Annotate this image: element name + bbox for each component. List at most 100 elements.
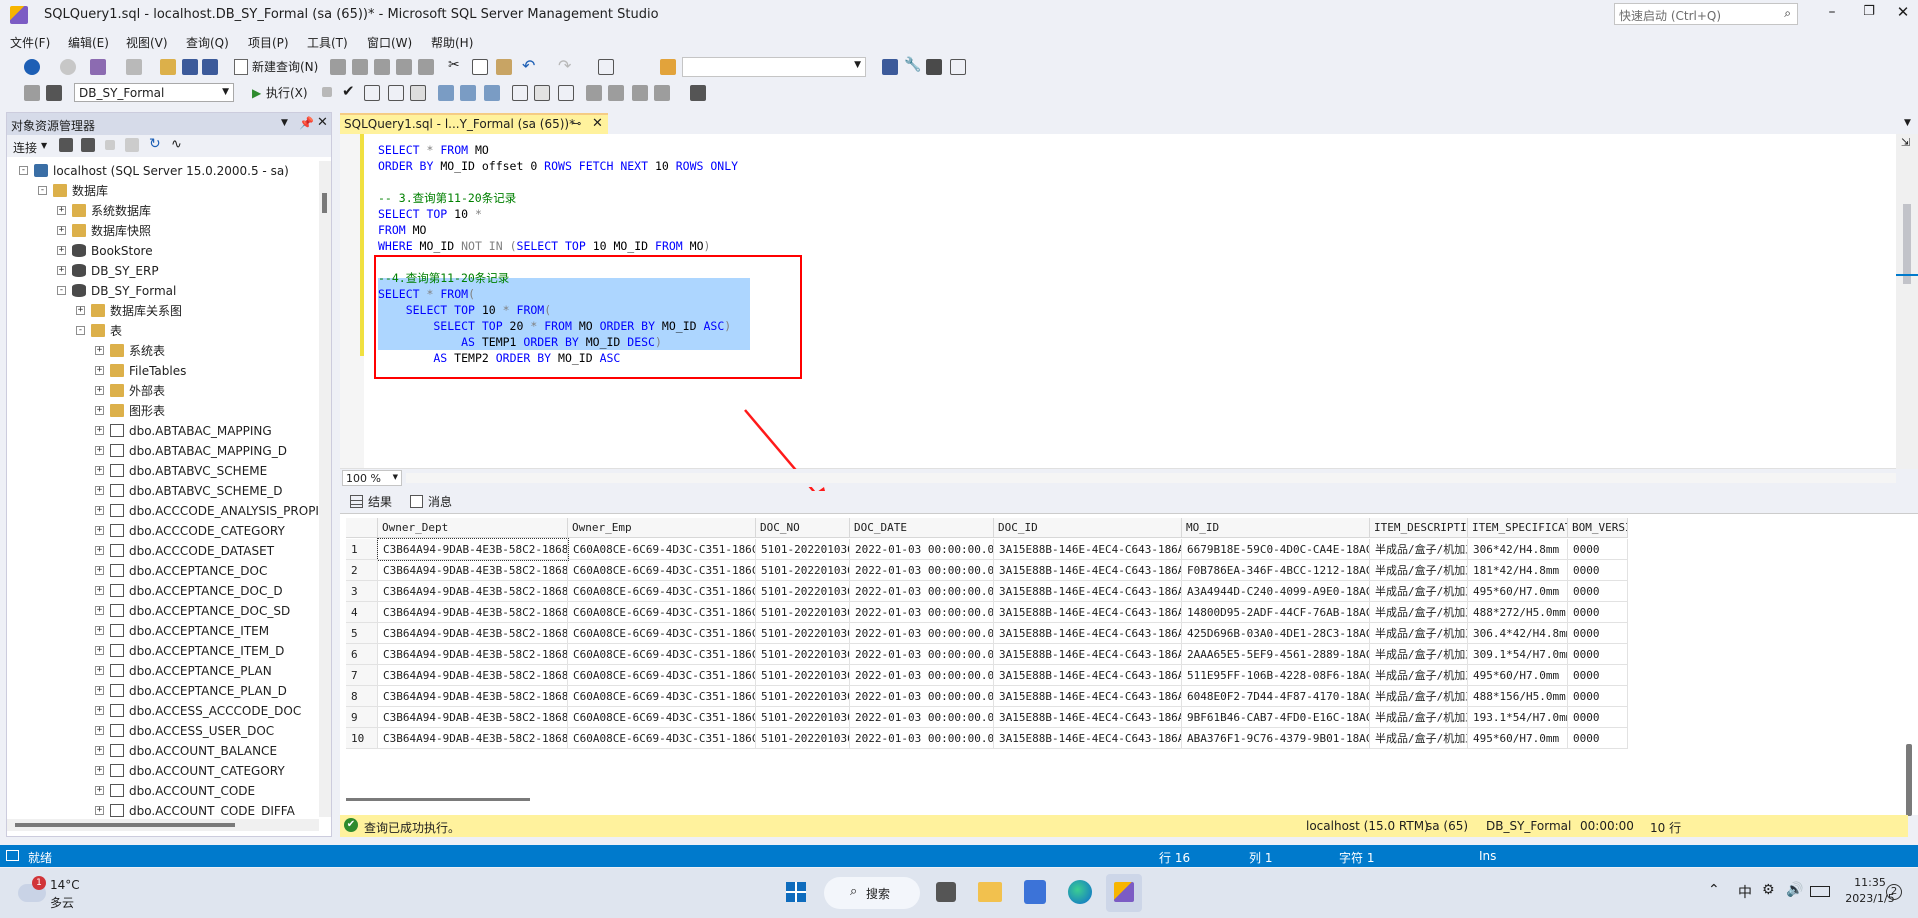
table-cell[interactable]: 9BF61B46-CAB7-4FD0-E16C-18ACD92EFEBF	[1182, 707, 1370, 728]
menu-file[interactable]: 文件(F)	[10, 34, 50, 51]
tree-node[interactable]: + dbo.ABTABAC_MAPPING	[7, 421, 319, 441]
tree-node[interactable]: + dbo.ACCEPTANCE_DOC	[7, 561, 319, 581]
parse-icon[interactable]: ✔	[342, 82, 355, 100]
tree-node[interactable]: + dbo.ACCCODE_ANALYSIS_PROPI	[7, 501, 319, 521]
expand-icon[interactable]: +	[57, 206, 66, 215]
layout-icon[interactable]	[950, 59, 966, 75]
edge-icon[interactable]	[1068, 880, 1092, 904]
table-cell[interactable]: 0000	[1568, 560, 1628, 581]
expand-icon[interactable]: +	[95, 366, 104, 375]
expand-icon[interactable]: +	[95, 546, 104, 555]
query-mdx-icon[interactable]	[330, 59, 346, 75]
tree-node[interactable]: - 数据库	[7, 181, 319, 201]
menu-edit[interactable]: 编辑(E)	[68, 34, 109, 51]
zoom-select[interactable]: 100 % ▼	[342, 470, 402, 486]
split-icon[interactable]: ⇲	[1901, 136, 1910, 149]
tree-node[interactable]: + dbo.ACCEPTANCE_PLAN	[7, 661, 319, 681]
column-header[interactable]: ITEM_DESCRIPTION	[1370, 518, 1468, 538]
editor-vscroll-thumb[interactable]	[1903, 204, 1911, 284]
expand-icon[interactable]: +	[95, 566, 104, 575]
table-cell[interactable]: 0000	[1568, 707, 1628, 728]
table-cell[interactable]: C3B64A94-9DAB-4E3B-58C2-186865623490	[378, 665, 568, 686]
table-cell[interactable]: 0000	[1568, 644, 1628, 665]
activity-monitor-icon[interactable]: ∿	[171, 137, 182, 152]
table-row[interactable]: 1C3B64A94-9DAB-4E3B-58C2-186865623490C60…	[346, 538, 1628, 561]
chevron-down-icon[interactable]: ▼	[281, 118, 288, 128]
tree-node[interactable]: + dbo.ACCCODE_DATASET	[7, 541, 319, 561]
collapse-icon[interactable]: -	[38, 186, 47, 195]
find-combobox[interactable]: ▼	[682, 57, 866, 77]
task-view-icon[interactable]	[936, 882, 956, 902]
add-item-icon[interactable]	[126, 59, 142, 75]
table-row[interactable]: 3C3B64A94-9DAB-4E3B-58C2-186865623490C60…	[346, 581, 1628, 602]
table-cell[interactable]: 2022-01-03 00:00:00.0000000	[850, 644, 994, 665]
expand-icon[interactable]: +	[95, 626, 104, 635]
table-row[interactable]: 4C3B64A94-9DAB-4E3B-58C2-186865623490C60…	[346, 602, 1628, 623]
explorer-vscroll-thumb[interactable]	[322, 193, 327, 213]
editor-hscrollbar[interactable]	[406, 473, 1896, 483]
specify-values-icon[interactable]	[690, 85, 706, 101]
tree-node[interactable]: + FileTables	[7, 361, 319, 381]
paste-icon[interactable]	[496, 59, 512, 75]
intellisense-icon[interactable]	[438, 85, 454, 101]
tree-node[interactable]: + BookStore	[7, 241, 319, 261]
row-number[interactable]: 2	[346, 560, 378, 581]
back-icon[interactable]	[24, 59, 40, 75]
stop-icon[interactable]	[322, 87, 332, 97]
tree-node[interactable]: + dbo.ACCEPTANCE_PLAN_D	[7, 681, 319, 701]
table-cell[interactable]: C3B64A94-9DAB-4E3B-58C2-186865623490	[378, 560, 568, 581]
column-header[interactable]: ITEM_SPECIFICATION	[1468, 518, 1568, 538]
weather-widget[interactable]: 1 14°C 多云	[18, 876, 118, 912]
menu-tools[interactable]: 工具(T)	[307, 34, 348, 51]
connect-dropdown[interactable]: 连接	[13, 139, 37, 156]
notification-badge[interactable]: 2	[1886, 884, 1902, 900]
change-connection-icon[interactable]	[46, 85, 62, 101]
table-cell[interactable]: 5101-202201030014	[756, 602, 850, 623]
results-hscroll-thumb[interactable]	[346, 798, 530, 801]
tab-messages[interactable]: 消息	[408, 493, 452, 511]
tree-node[interactable]: + dbo.ACCESS_ACCCODE_DOC	[7, 701, 319, 721]
table-cell[interactable]: 488*156/H5.0mm	[1468, 686, 1568, 707]
table-cell[interactable]: 半成品/盒子/机加工	[1370, 623, 1468, 644]
table-cell[interactable]: C60A08CE-6C69-4D3C-C351-186CECABAF5C	[568, 581, 756, 602]
column-header[interactable]: Owner_Emp	[568, 518, 756, 538]
tree-node[interactable]: - localhost (SQL Server 15.0.2000.5 - sa)	[7, 161, 319, 181]
table-row[interactable]: 5C3B64A94-9DAB-4E3B-58C2-186865623490C60…	[346, 623, 1628, 644]
expand-icon[interactable]: +	[95, 646, 104, 655]
windows-start-icon[interactable]	[786, 882, 806, 902]
filter-icon[interactable]	[125, 138, 139, 152]
menu-view[interactable]: 视图(V)	[126, 34, 168, 51]
table-cell[interactable]: 2022-01-03 00:00:00.0000000	[850, 707, 994, 728]
table-cell[interactable]: C60A08CE-6C69-4D3C-C351-186CECABAF5C	[568, 665, 756, 686]
table-cell[interactable]: 0000	[1568, 539, 1628, 560]
stop-icon[interactable]	[105, 140, 115, 150]
menu-window[interactable]: 窗口(W)	[367, 34, 412, 51]
menu-project[interactable]: 项目(P)	[248, 34, 289, 51]
refresh-icon[interactable]: ↻	[149, 136, 161, 152]
quick-launch-input[interactable]: 快速启动 (Ctrl+Q) ⌕	[1614, 3, 1798, 25]
table-row[interactable]: 2C3B64A94-9DAB-4E3B-58C2-186865623490C60…	[346, 560, 1628, 581]
undo-icon[interactable]: ↶	[522, 56, 535, 75]
table-cell[interactable]: 0000	[1568, 728, 1628, 749]
collapse-icon[interactable]: -	[19, 166, 28, 175]
query-xmla-icon[interactable]	[374, 59, 390, 75]
expand-icon[interactable]: +	[95, 506, 104, 515]
tab-sqlquery1[interactable]: SQLQuery1.sql - l...Y_Formal (sa (65))* …	[340, 113, 608, 134]
table-cell[interactable]: 6679B18E-59C0-4D0C-CA4E-18ACD7A4768D	[1182, 539, 1370, 560]
grid-corner[interactable]	[346, 518, 378, 538]
query-analysis-icon[interactable]	[418, 59, 434, 75]
table-row[interactable]: 6C3B64A94-9DAB-4E3B-58C2-186865623490C60…	[346, 644, 1628, 665]
table-cell[interactable]: 3A15E88B-146E-4EC4-C643-186ACDF1BC34	[994, 560, 1182, 581]
expand-icon[interactable]: +	[57, 266, 66, 275]
table-cell[interactable]: 0000	[1568, 602, 1628, 623]
ime-settings-icon[interactable]: ⚙	[1762, 882, 1775, 898]
editor-vscrollbar[interactable]: ⇲	[1896, 134, 1918, 469]
table-cell[interactable]: C60A08CE-6C69-4D3C-C351-186CECABAF5C	[568, 686, 756, 707]
table-cell[interactable]: 5101-202201030015	[756, 623, 850, 644]
table-cell[interactable]: 3A15E88B-146E-4EC4-C643-186ACDF1BC34	[994, 602, 1182, 623]
results-to-file-icon[interactable]	[558, 85, 574, 101]
expand-icon[interactable]: +	[95, 686, 104, 695]
row-number[interactable]: 4	[346, 602, 378, 623]
table-cell[interactable]: 6048E0F2-7D44-4F87-4170-18ACD88773AF	[1182, 686, 1370, 707]
table-cell[interactable]: C3B64A94-9DAB-4E3B-58C2-186865623490	[377, 538, 569, 561]
